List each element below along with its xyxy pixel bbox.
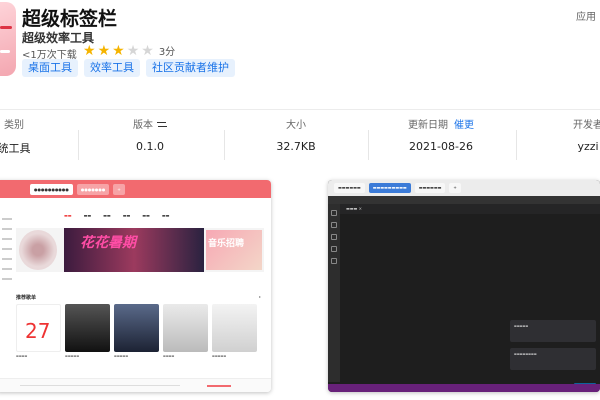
music-nav: ▬▬ ▬▬ ▬▬ ▬▬ ▬▬ ▬▬ xyxy=(64,213,170,218)
separator xyxy=(224,130,225,160)
rating-text: 3分 xyxy=(158,47,176,58)
info-developer: 开发者 yzzi xyxy=(573,120,600,153)
app-icon xyxy=(0,2,16,76)
screenshot-music-app[interactable]: ●●●●●●●●●● ●●●●●●● + ▬▬ ▬▬ ▬▬ ▬▬ ▬▬ ▬▬ 花花暑期 音… xyxy=(0,180,271,392)
status-bar xyxy=(328,384,600,392)
tab: ▬▬▬▬▬▬▬▬▬ xyxy=(368,183,411,193)
player-bar xyxy=(0,378,271,392)
app-title: 超级标签栏 xyxy=(22,8,118,30)
tag-community-maintained[interactable]: 社区贡献者维护 xyxy=(146,59,235,77)
sidebar xyxy=(0,210,16,380)
star-icon: ★ xyxy=(141,42,154,59)
info-updated: 更新日期 催更 2021-08-26 xyxy=(408,120,474,153)
swap-icon[interactable] xyxy=(157,121,167,129)
music-banner: 花花暑期 音乐招聘 xyxy=(16,228,264,272)
info-size: 大小 32.7KB xyxy=(276,120,316,153)
tab: ●●●●●●●●●● xyxy=(30,183,73,195)
app-info-row: 类别 统工具 版本 0.1.0 大小 32.7KB 更新日期 催更 2021-08… xyxy=(0,118,600,168)
star-icon: ★ xyxy=(83,42,96,59)
rating: ★ ★ ★ ★ ★ 3分 xyxy=(83,42,176,59)
notification: ▬▬▬▬▬▬▬▬ xyxy=(510,348,596,370)
star-icon: ★ xyxy=(112,42,125,59)
star-icon: ★ xyxy=(126,42,140,59)
tab: + xyxy=(113,183,125,195)
separator xyxy=(516,130,517,160)
section-title: 推荐歌单 xyxy=(16,295,37,301)
notification: ▬▬▬▬▬ xyxy=(510,320,596,342)
more-link: ▸ xyxy=(258,294,261,299)
menu-bar xyxy=(328,196,600,204)
tag-list: 桌面工具 效率工具 社区贡献者维护 xyxy=(22,59,235,77)
divider xyxy=(0,109,600,110)
separator xyxy=(78,130,79,160)
info-category: 类别 统工具 xyxy=(0,120,31,155)
screenshot-gallery: ●●●●●●●●●● ●●●●●●● + ▬▬ ▬▬ ▬▬ ▬▬ ▬▬ ▬▬ 花花暑期 音… xyxy=(0,180,600,400)
playlist-cards: 27 xyxy=(16,304,257,352)
tag-desktop-tools[interactable]: 桌面工具 xyxy=(22,59,78,77)
install-button[interactable]: 应用 xyxy=(576,8,596,23)
activity-bar xyxy=(328,204,340,382)
editor-tab: ▬▬▬ × xyxy=(340,204,600,214)
urge-update-link[interactable]: 催更 xyxy=(454,120,474,131)
tab-bar: ▬▬▬▬▬▬ ▬▬▬▬▬▬▬▬▬ ▬▬▬▬▬▬ + xyxy=(328,180,600,196)
star-icon: ★ xyxy=(97,42,111,59)
tab: ●●●●●●● xyxy=(76,183,110,195)
tab: + xyxy=(449,183,461,193)
info-version: 版本 0.1.0 xyxy=(110,118,190,168)
tab: ▬▬▬▬▬▬ xyxy=(334,183,365,193)
tab-bar: ●●●●●●●●●● ●●●●●●● + xyxy=(0,180,271,198)
tag-efficiency-tools[interactable]: 效率工具 xyxy=(84,59,140,77)
separator xyxy=(368,130,369,160)
screenshot-vscode[interactable]: ▬▬▬▬▬▬ ▬▬▬▬▬▬▬▬▬ ▬▬▬▬▬▬ + ▬▬▬ × ▬▬▬▬▬ ▬▬… xyxy=(328,180,600,392)
playlist-captions: ▬▬▬▬ ▬▬▬▬▬ ▬▬▬▬▬ ▬▬▬▬ ▬▬▬▬▬ xyxy=(16,354,227,358)
tab: ▬▬▬▬▬▬ xyxy=(414,183,446,193)
